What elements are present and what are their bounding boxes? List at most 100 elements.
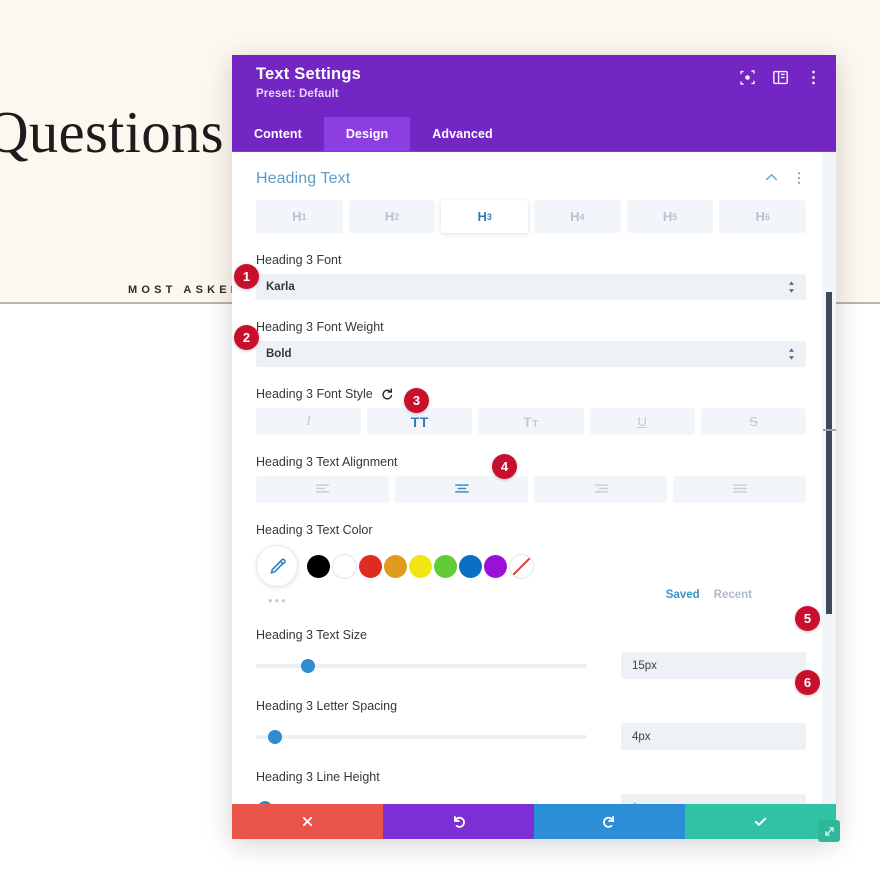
heading-font-value: Karla (266, 281, 295, 293)
undo-button[interactable] (383, 804, 534, 839)
text-settings-modal: Text Settings Preset: Default Content De… (232, 55, 840, 842)
modal-footer (232, 804, 840, 842)
tab-advanced[interactable]: Advanced (410, 117, 515, 151)
reset-arrow-icon[interactable] (381, 387, 394, 401)
modal-tabs: Content Design Advanced (232, 117, 836, 152)
heading-letter-spacing-label: Heading 3 Letter Spacing (256, 699, 398, 713)
redo-icon (602, 814, 617, 829)
callout-badge-3: 3 (404, 388, 429, 413)
section-title: Heading Text (256, 170, 351, 187)
section-header: Heading Text (232, 152, 836, 188)
field-heading-text-color: Heading 3 Text Color ••• Saved Recent (232, 523, 836, 608)
tab-content[interactable]: Content (232, 117, 324, 151)
heading-font-weight-label: Heading 3 Font Weight (256, 320, 384, 334)
text-size-slider[interactable] (256, 658, 587, 673)
heading-font-weight-value: Bold (266, 348, 292, 360)
text-size-slider-knob[interactable] (300, 658, 315, 673)
callout-badge-1: 1 (234, 264, 259, 289)
text-size-input[interactable]: 15px (621, 652, 806, 679)
chevron-updown-icon (787, 346, 796, 362)
heading-font-weight-select[interactable]: Bold (256, 341, 806, 367)
field-heading-letter-spacing: Heading 3 Letter Spacing 4px (232, 699, 836, 750)
resize-handle-icon[interactable] (818, 820, 840, 842)
field-heading-text-alignment: Heading 3 Text Alignment (232, 455, 836, 503)
underline-glyph: U (637, 414, 647, 429)
font-style-underline[interactable]: U (589, 408, 695, 435)
heading-level-h1[interactable]: H1 (256, 200, 343, 233)
modal-header-actions (739, 69, 822, 86)
line-height-slider-row: 1em (256, 794, 806, 804)
font-style-italic[interactable]: I (256, 408, 362, 435)
align-center-icon (454, 481, 470, 499)
chevron-up-icon[interactable] (764, 170, 779, 190)
swatch-black[interactable] (307, 554, 330, 578)
heading-level-h5[interactable]: H5 (626, 200, 714, 233)
small-caps-glyph: TT (523, 413, 539, 430)
modal-body: Heading Text H1 H2 H3 H4 H5 H 6 Heading … (232, 152, 836, 804)
heading-level-h4[interactable]: H4 (534, 200, 621, 233)
letter-spacing-slider[interactable] (256, 729, 587, 744)
heading-level-h3[interactable]: H3 (441, 200, 529, 233)
saved-colors-tab[interactable]: Saved (666, 589, 700, 601)
h1-sub: 1 (301, 211, 307, 222)
swatch-yellow[interactable] (409, 554, 432, 578)
heading-font-label: Heading 3 Font (256, 253, 342, 267)
align-right-icon (593, 481, 609, 499)
undo-icon (451, 814, 466, 829)
line-height-input[interactable]: 1em (621, 794, 806, 804)
h2-sub: 2 (394, 211, 400, 222)
swatch-blue[interactable] (459, 554, 482, 578)
letter-spacing-input[interactable]: 4px (621, 723, 806, 750)
field-heading-font-weight: Heading 3 Font Weight Bold (232, 320, 836, 367)
h5-label: H (662, 209, 673, 224)
heading-level-h2[interactable]: H2 (348, 200, 436, 233)
redo-button[interactable] (534, 804, 685, 839)
color-swatch-row (256, 545, 806, 587)
save-button[interactable] (685, 804, 836, 839)
heading-font-select[interactable]: Karla (256, 274, 806, 300)
heading-line-height-label: Heading 3 Line Height (256, 770, 380, 784)
align-left-button[interactable] (256, 476, 389, 503)
page-eyebrow: MOST ASKED (128, 284, 243, 296)
panel-layout-icon[interactable] (772, 69, 789, 86)
align-justify-button[interactable] (673, 476, 806, 503)
more-vertical-icon[interactable] (792, 171, 806, 190)
callout-badge-2: 2 (234, 325, 259, 350)
h4-sub: 4 (579, 211, 585, 222)
modal-header: Text Settings Preset: Default (232, 55, 836, 117)
swatch-purple[interactable] (484, 554, 507, 578)
h4-label: H (570, 209, 580, 224)
heading-font-style-label-text: Heading 3 Font Style (256, 387, 373, 401)
h3-sub: 3 (486, 211, 492, 222)
swatch-white[interactable] (332, 553, 357, 579)
tab-design[interactable]: Design (323, 117, 411, 151)
letter-spacing-slider-knob[interactable] (267, 729, 282, 744)
italic-glyph: I (306, 413, 311, 429)
font-style-small-caps[interactable]: TT (478, 408, 584, 435)
font-style-strikethrough[interactable]: S (700, 408, 807, 435)
swatch-none[interactable] (509, 553, 534, 579)
heading-text-size-label: Heading 3 Text Size (256, 628, 367, 642)
heading-font-style-label: Heading 3 Font Style (256, 387, 806, 401)
h3-label: H (477, 209, 487, 224)
close-icon (301, 815, 314, 828)
heading-text-color-label: Heading 3 Text Color (256, 523, 373, 537)
text-size-value: 15px (632, 659, 657, 672)
align-right-button[interactable] (534, 476, 667, 503)
swatch-orange[interactable] (384, 554, 407, 578)
field-heading-font: Heading 3 Font Karla (232, 253, 836, 300)
heading-level-h6[interactable]: H6 (719, 200, 807, 233)
more-vertical-icon[interactable] (805, 69, 822, 86)
field-heading-font-style: Heading 3 Font Style I TT TT U S (232, 387, 836, 435)
align-center-button[interactable] (395, 476, 528, 503)
callout-badge-5: 5 (795, 606, 820, 631)
focus-icon[interactable] (739, 69, 756, 86)
swatch-red[interactable] (359, 554, 382, 578)
modal-preset-label[interactable]: Preset: Default (256, 88, 339, 100)
field-heading-line-height: Heading 3 Line Height 1em (232, 770, 836, 804)
h5-sub: 5 (672, 211, 678, 222)
cancel-button[interactable] (232, 804, 383, 839)
recent-colors-tab[interactable]: Recent (714, 589, 752, 601)
swatch-green[interactable] (434, 554, 457, 578)
eyedropper-icon[interactable] (256, 545, 298, 587)
